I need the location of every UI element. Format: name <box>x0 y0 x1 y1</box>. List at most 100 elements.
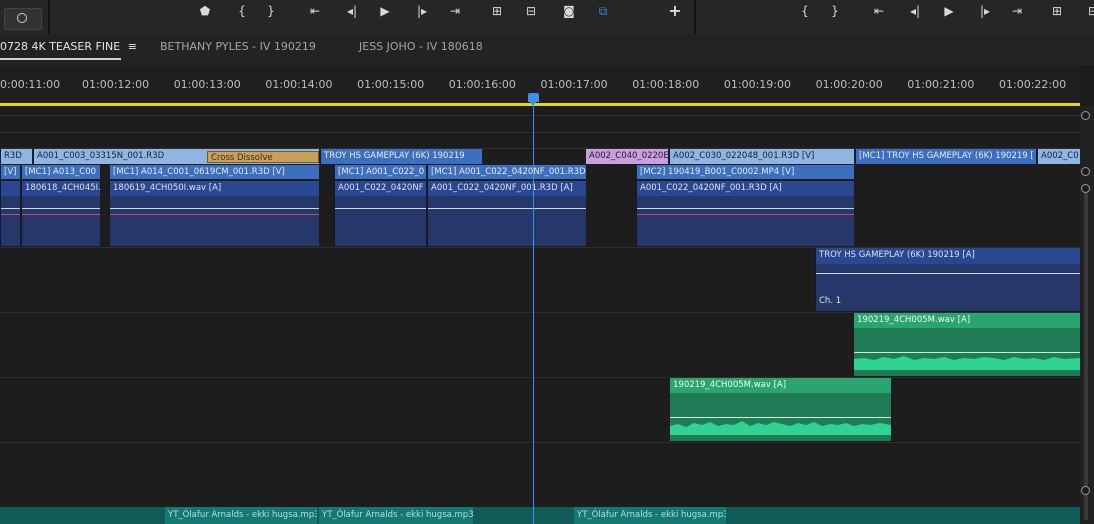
work-area-bar[interactable] <box>0 103 1080 106</box>
ruler-tick-label: 0:00:11:00 <box>0 78 61 91</box>
ruler-tick-label: 01:00:16:00 <box>448 78 516 91</box>
transition-label: Cross Dissolve <box>211 153 273 163</box>
clip-label: A002_C0 <box>1041 151 1079 161</box>
clip-label: A002_C030_022048_001.R3D [V] <box>673 151 815 161</box>
settings-button[interactable] <box>4 8 42 30</box>
clip-label: [MC2] 190419_B001_C0002.MP4 [V] <box>640 167 795 177</box>
audio-clip[interactable]: TROY HS GAMEPLAY (6K) 190219 [A] Ch. 1 <box>815 248 1080 311</box>
clip-label: A001_C022_0420NF_001.R3D [A] <box>431 183 573 193</box>
clip-label: [MC1] A001_C022_0420NF_001.R3D <box>431 167 586 177</box>
clip-label: YT_Ólafur Arnalds - ekki hugsa.mp3 <box>577 510 726 520</box>
clip-label: YT_Ólafur Arnalds - ekki hugsa.mp3 <box>322 510 473 520</box>
ruler-tick-label: 01:00:18:00 <box>632 78 700 91</box>
insert-icon[interactable]: ⊞ <box>1048 3 1066 19</box>
clip-label: [MC1] A001_C022_0 <box>338 167 425 177</box>
scroll-knob[interactable] <box>1081 486 1090 495</box>
export-frame-icon[interactable]: ◙ <box>560 3 578 19</box>
music-track-bg <box>0 507 1080 524</box>
mark-in-icon[interactable]: { <box>796 3 814 19</box>
scrollbar-thumb[interactable] <box>1084 190 1088 520</box>
tab-label: BETHANY PYLES - IV 190219 <box>160 40 316 53</box>
audio-clip[interactable]: 180618_4CH045I. <box>21 181 100 246</box>
video-clip[interactable]: [MC1] A013_C00 <box>21 165 100 179</box>
audio-clip[interactable]: A001_C022_0420NF <box>334 181 426 246</box>
marker-icon[interactable]: ⬟ <box>196 3 214 19</box>
clip-label: [V] <box>4 167 17 177</box>
video-clip[interactable]: [MC1] A014_C001_0619CM_001.R3D [V] <box>109 165 319 179</box>
step-back-icon[interactable]: ◂| <box>343 3 361 19</box>
scroll-knob[interactable] <box>1081 184 1090 193</box>
music-clip[interactable]: YT_Ólafur Arnalds - ekki hugsa.mp3 <box>574 507 726 524</box>
video-clip[interactable]: R3D <box>0 149 32 164</box>
video-clip[interactable]: A002_C0 <box>1037 149 1080 164</box>
video-clip[interactable]: [MC1] A001_C022_0 <box>334 165 426 179</box>
audio-waveform <box>854 352 1080 370</box>
step-forward-icon[interactable]: |▸ <box>976 3 994 19</box>
track-divider <box>0 132 1080 133</box>
clip-label: R3D <box>4 151 22 161</box>
clip-label: A001_C022_0420NF <box>338 183 424 193</box>
tab-label: 0728 4K TEASER FINE <box>0 40 121 53</box>
tab-0728-4k-teaser-fine[interactable]: 0728 4K TEASER FINE ≡ <box>0 40 137 53</box>
mark-in-icon[interactable]: { <box>233 3 251 19</box>
clip-label: [MC1] A014_C001_0619CM_001.R3D [V] <box>113 167 285 177</box>
clip-label: [MC1] A013_C00 <box>25 167 97 177</box>
audio-clip[interactable]: A001_C022_0420NF_001.R3D [A] <box>427 181 586 246</box>
clip-label: 180618_4CH045I. <box>25 183 100 193</box>
add-button-icon[interactable]: + <box>666 3 684 19</box>
overwrite-icon[interactable]: ⊟ <box>522 3 540 19</box>
tab-bethany-pyles[interactable]: BETHANY PYLES - IV 190219 <box>160 40 316 53</box>
audio-clip[interactable]: 190219_4CH005M.wav [A] <box>854 313 1080 376</box>
ruler-tick-label: 01:00:13:00 <box>173 78 241 91</box>
clip-label: 190219_4CH005M.wav [A] <box>673 380 787 390</box>
mark-out-icon[interactable]: } <box>826 3 844 19</box>
clip-label: 180619_4CH050I.wav [A] <box>113 183 222 193</box>
audio-clip[interactable]: 180619_4CH050I.wav [A] <box>109 181 319 246</box>
music-clip[interactable]: YT_Ólafur Arnalds - ekki hugsa.mp3 <box>165 507 317 524</box>
video-clip[interactable]: [MC1] A001_C022_0420NF_001.R3D <box>427 165 586 179</box>
video-clip[interactable]: [MC1] TROY HS GAMEPLAY (6K) 190219 [ <box>855 149 1036 164</box>
playhead-line[interactable] <box>533 103 534 524</box>
audio-clip[interactable]: A001_C022_0420NF_001.R3D [A] <box>636 181 854 246</box>
panel-divider <box>694 0 696 34</box>
go-to-in-icon[interactable]: ⇤ <box>870 3 888 19</box>
ruler-tick-label: 01:00:20:00 <box>815 78 883 91</box>
ruler-tick-label: 01:00:19:00 <box>723 78 791 91</box>
clip-label: A002_C040_0220E <box>589 151 668 161</box>
ruler-tick-label: 01:00:14:00 <box>265 78 333 91</box>
go-to-out-icon[interactable]: ⇥ <box>446 3 464 19</box>
audio-clip[interactable]: 190219_4CH005M.wav [A] <box>670 378 891 441</box>
mark-out-icon[interactable]: } <box>262 3 280 19</box>
video-clip[interactable]: A002_C030_022048_001.R3D [V] <box>669 149 854 164</box>
tab-jess-joho[interactable]: JESS JOHO - IV 180618 <box>359 40 483 53</box>
insert-icon[interactable]: ⊞ <box>488 3 506 19</box>
go-to-in-icon[interactable]: ⇤ <box>306 3 324 19</box>
step-forward-icon[interactable]: |▸ <box>413 3 431 19</box>
transition-cross-dissolve[interactable]: Cross Dissolve <box>207 151 319 163</box>
audio-waveform <box>670 417 891 435</box>
scroll-knob[interactable] <box>1081 111 1090 120</box>
music-clip[interactable]: YT_Ólafur Arnalds - ekki hugsa.mp3 <box>319 507 473 524</box>
multicam-icon[interactable]: ⧉ <box>594 3 612 19</box>
go-to-out-icon[interactable]: ⇥ <box>1008 3 1026 19</box>
ruler-tick-label: 01:00:21:00 <box>907 78 975 91</box>
clip-label: A001_C022_0420NF_001.R3D [A] <box>640 183 782 193</box>
program-toolbar <box>0 0 1094 35</box>
play-icon[interactable]: ▶ <box>376 3 394 19</box>
video-clip[interactable]: [MC2] 190419_B001_C0002.MP4 [V] <box>636 165 854 179</box>
audio-clip[interactable] <box>0 181 20 246</box>
tab-menu-icon[interactable]: ≡ <box>128 40 137 53</box>
settings-icon <box>17 13 27 23</box>
playhead-handle[interactable] <box>528 93 539 106</box>
video-clip[interactable]: A002_C040_0220E <box>586 149 668 164</box>
video-clip[interactable]: TROY HS GAMEPLAY (6K) 190219 <box>320 149 482 164</box>
clip-label: YT_Ólafur Arnalds - ekki hugsa.mp3 <box>168 510 317 520</box>
clip-label: A001_C003_03315N_001.R3D <box>37 151 165 161</box>
play-icon[interactable]: ▶ <box>940 3 958 19</box>
track-divider <box>0 115 1080 116</box>
step-back-icon[interactable]: ◂| <box>906 3 924 19</box>
track-divider <box>0 442 1080 443</box>
video-clip[interactable]: [V] <box>0 165 20 179</box>
overwrite-icon[interactable]: ⊟ <box>1084 3 1094 19</box>
scroll-knob[interactable] <box>1081 167 1090 176</box>
